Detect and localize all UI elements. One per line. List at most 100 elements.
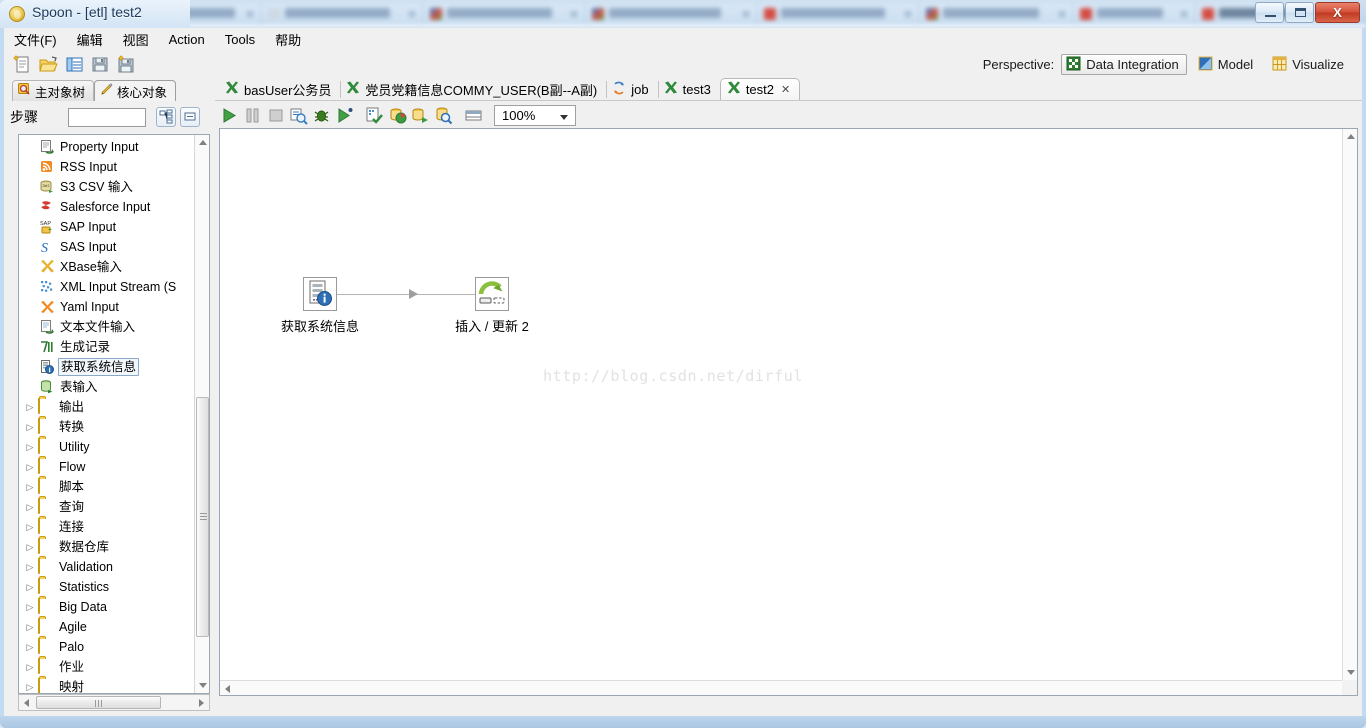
canvas-vertical-scrollbar[interactable] — [1342, 129, 1357, 680]
tree-item-table-input[interactable]: 表输入 — [19, 377, 197, 397]
menu-help[interactable]: 帮助 — [265, 28, 311, 51]
chevron-right-icon[interactable]: ▷ — [23, 662, 37, 673]
scrollbar-thumb[interactable] — [36, 696, 161, 709]
scroll-down-icon[interactable] — [195, 678, 209, 693]
tab-core-objects[interactable]: 核心对象 — [94, 80, 177, 101]
tree-folder-joins[interactable]: ▷ 连接 — [19, 517, 197, 537]
perspective-data-integration[interactable]: Data Integration — [1061, 54, 1187, 75]
window-title-bar[interactable]: Spoon - [etl] test2 X — [0, 0, 1366, 28]
scroll-up-icon[interactable] — [195, 135, 209, 150]
tree-item-rss-input[interactable]: RSS Input — [19, 157, 197, 177]
tree-folder-job[interactable]: ▷ 作业 — [19, 657, 197, 677]
chevron-right-icon[interactable]: ▷ — [23, 522, 37, 533]
menu-view[interactable]: 视图 — [113, 28, 159, 51]
tab-test2[interactable]: test2 ✕ — [719, 78, 801, 100]
preview-icon[interactable] — [288, 105, 309, 126]
chevron-down-icon[interactable] — [560, 114, 568, 120]
expand-all-icon[interactable] — [156, 107, 176, 127]
tree-folder-output[interactable]: ▷ 输出 — [19, 397, 197, 417]
tree-horizontal-scrollbar[interactable] — [18, 694, 210, 711]
chevron-right-icon[interactable]: ▷ — [23, 582, 37, 593]
save-icon[interactable] — [90, 54, 111, 75]
stop-icon[interactable] — [265, 105, 286, 126]
tree-item-salesforce-input[interactable]: Salesforce Input — [19, 197, 197, 217]
impact-icon[interactable] — [387, 105, 408, 126]
tree-folder-transform[interactable]: ▷ 转换 — [19, 417, 197, 437]
debug-icon[interactable] — [311, 105, 332, 126]
tree-folder-big-data[interactable]: ▷ Big Data — [19, 597, 197, 617]
tree-folder-lookup[interactable]: ▷ 查询 — [19, 497, 197, 517]
sql-icon[interactable] — [410, 105, 431, 126]
chevron-right-icon[interactable]: ▷ — [23, 402, 37, 413]
new-document-icon[interactable] — [12, 54, 33, 75]
tab-test3[interactable]: test3 — [657, 79, 720, 100]
tab-close-icon[interactable]: ✕ — [781, 83, 790, 96]
step-get-system-info[interactable]: 获取系统信息 — [272, 277, 368, 335]
tree-vertical-scrollbar[interactable] — [194, 135, 209, 693]
zoom-level-select[interactable]: 100% — [494, 104, 576, 126]
chevron-right-icon[interactable]: ▷ — [23, 422, 37, 433]
scroll-right-icon[interactable] — [194, 695, 209, 710]
tree-item-text-file-input[interactable]: 文本文件输入 — [19, 317, 197, 337]
tree-item-sas-input[interactable]: S SAS Input — [19, 237, 197, 257]
tree-folder-scripting[interactable]: ▷ 脚本 — [19, 477, 197, 497]
tab-main-object-tree[interactable]: 主对象树 — [12, 80, 95, 101]
insert-update-step-icon[interactable] — [475, 277, 509, 311]
tree-folder-data-warehouse[interactable]: ▷ 数据仓库 — [19, 537, 197, 557]
tree-folder-validation[interactable]: ▷ Validation — [19, 557, 197, 577]
minimize-button[interactable] — [1255, 2, 1284, 23]
tree-item-yaml-input[interactable]: Yaml Input — [19, 297, 197, 317]
scrollbar-thumb[interactable] — [196, 397, 209, 637]
menu-edit[interactable]: 编辑 — [67, 28, 113, 51]
chevron-right-icon[interactable]: ▷ — [23, 502, 37, 513]
pause-icon[interactable] — [242, 105, 263, 126]
run-icon[interactable] — [219, 105, 240, 126]
grid-icon[interactable] — [463, 105, 484, 126]
chevron-right-icon[interactable]: ▷ — [23, 642, 37, 653]
tree-item-get-system-info[interactable]: 获取系统信息 — [19, 357, 197, 377]
tree-folder-palo[interactable]: ▷ Palo — [19, 637, 197, 657]
tree-folder-utility[interactable]: ▷ Utility — [19, 437, 197, 457]
system-info-step-icon[interactable] — [303, 277, 337, 311]
tree-folder-flow[interactable]: ▷ Flow — [19, 457, 197, 477]
chevron-right-icon[interactable]: ▷ — [23, 482, 37, 493]
tab-commy-user[interactable]: 党员党籍信息COMMY_USER(B副--A副) — [340, 79, 606, 100]
scroll-up-icon[interactable] — [1343, 129, 1357, 144]
menu-action[interactable]: Action — [159, 30, 215, 49]
tree-item-s3-csv-input[interactable]: aws S3 CSV 输入 — [19, 177, 197, 197]
tab-job[interactable]: job — [606, 79, 657, 100]
save-as-icon[interactable] — [116, 54, 137, 75]
scroll-down-icon[interactable] — [1343, 665, 1357, 680]
transformation-canvas[interactable]: 获取系统信息 插入 / 更新 2 http://blog.csdn.net/di… — [220, 129, 1342, 680]
maximize-button[interactable] — [1285, 2, 1314, 23]
chevron-right-icon[interactable]: ▷ — [23, 622, 37, 633]
scroll-left-icon[interactable] — [19, 695, 34, 710]
tree-folder-agile[interactable]: ▷ Agile — [19, 617, 197, 637]
perspective-visualize[interactable]: Visualize — [1267, 54, 1352, 75]
tree-item-xml-input-stream[interactable]: XML Input Stream (S — [19, 277, 197, 297]
menu-file[interactable]: 文件(F) — [4, 28, 67, 51]
menu-tools[interactable]: Tools — [215, 30, 265, 49]
steps-search-input[interactable] — [68, 107, 146, 127]
replay-icon[interactable] — [334, 105, 355, 126]
step-insert-update-2[interactable]: 插入 / 更新 2 — [444, 277, 540, 335]
tree-folder-mapping[interactable]: ▷ 映射 — [19, 677, 197, 693]
open-folder-icon[interactable] — [38, 54, 59, 75]
chevron-right-icon[interactable]: ▷ — [23, 682, 37, 693]
core-objects-tree[interactable]: Property Input RSS Input aws S3 CSV 输入 S… — [18, 134, 210, 694]
tree-item-xbase-input[interactable]: XBase输入 — [19, 257, 197, 277]
close-button[interactable]: X — [1315, 2, 1360, 23]
database-explore-icon[interactable] — [433, 105, 454, 126]
verify-icon[interactable] — [364, 105, 385, 126]
chevron-right-icon[interactable]: ▷ — [23, 442, 37, 453]
collapse-all-icon[interactable] — [180, 107, 200, 127]
tree-folder-statistics[interactable]: ▷ Statistics — [19, 577, 197, 597]
chevron-right-icon[interactable]: ▷ — [23, 602, 37, 613]
tree-item-property-input[interactable]: Property Input — [19, 137, 197, 157]
tree-item-generate-rows[interactable]: 生成记录 — [19, 337, 197, 357]
chevron-right-icon[interactable]: ▷ — [23, 542, 37, 553]
repository-icon[interactable] — [64, 54, 85, 75]
canvas-horizontal-scrollbar[interactable] — [220, 680, 1342, 695]
tab-basuser[interactable]: basUser公务员 — [219, 79, 340, 100]
tree-item-sap-input[interactable]: SAP SAP Input — [19, 217, 197, 237]
